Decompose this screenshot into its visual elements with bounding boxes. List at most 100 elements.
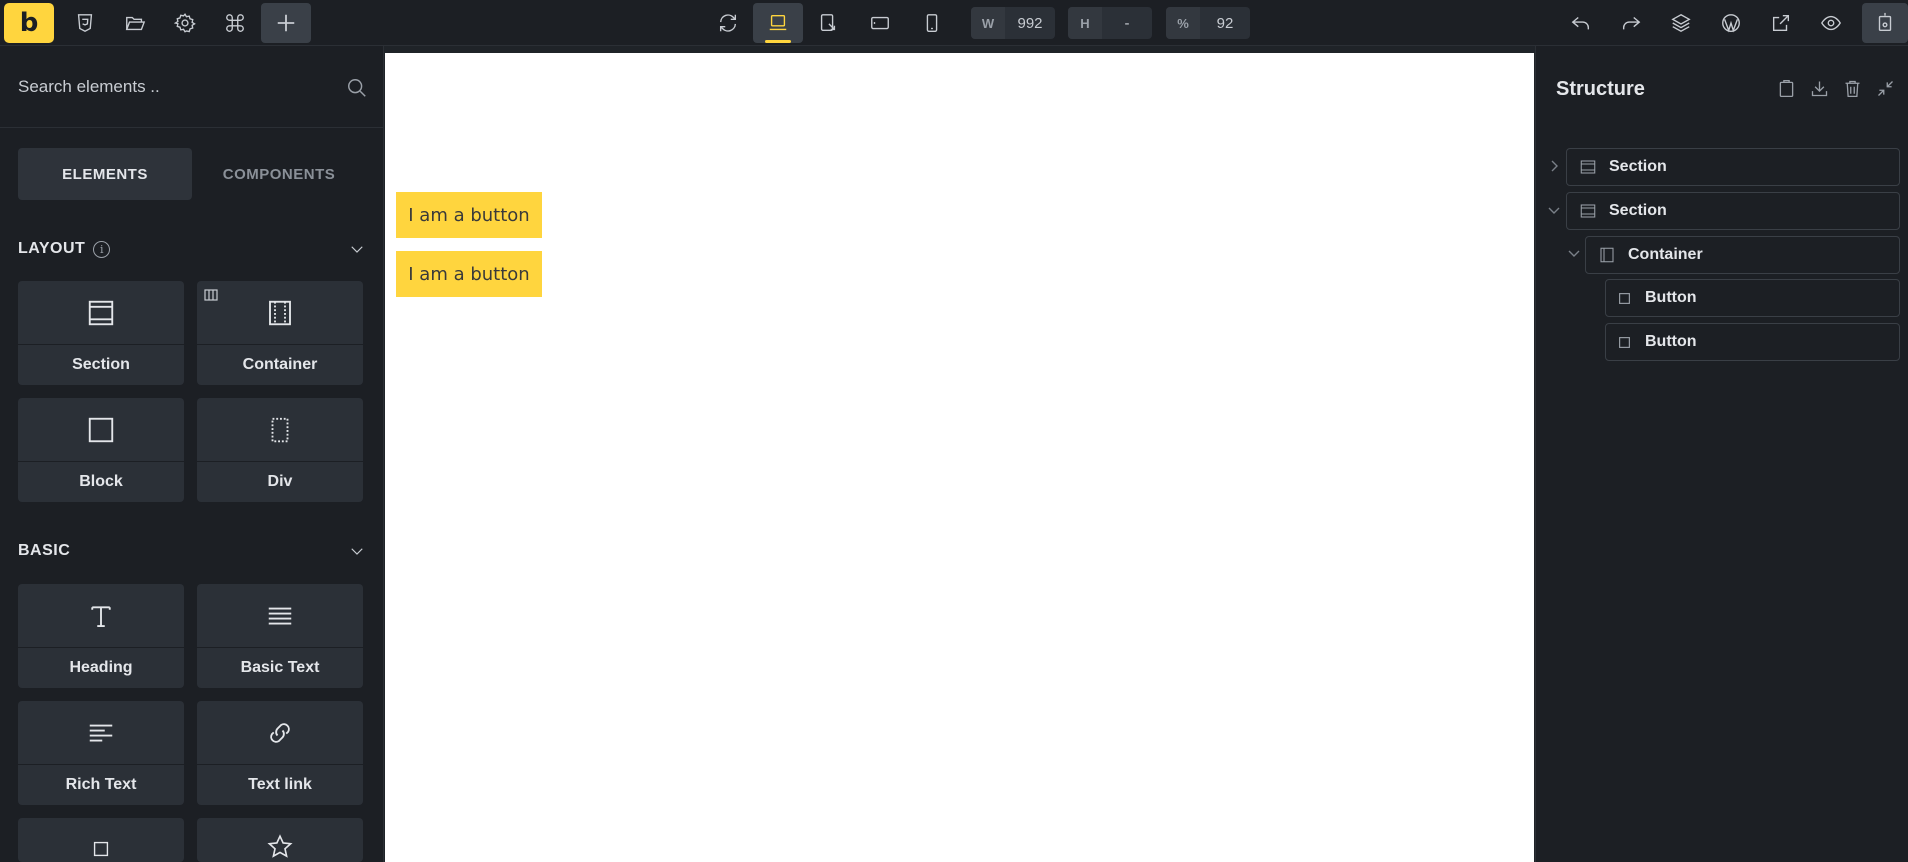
- canvas-button-1[interactable]: I am a button: [396, 192, 542, 238]
- canvas-button-2[interactable]: I am a button: [396, 251, 542, 297]
- category-title: LAYOUT: [18, 240, 86, 257]
- chevron-down-icon: [1548, 207, 1560, 214]
- structure-node-button[interactable]: Button: [1605, 279, 1900, 317]
- height-value[interactable]: -: [1102, 7, 1152, 39]
- button-icon: [1619, 336, 1630, 348]
- heading-icon: [91, 605, 111, 627]
- tablet-icon: [871, 16, 889, 30]
- undo-icon[interactable]: [1556, 3, 1606, 43]
- chevron-right-icon: [1551, 160, 1558, 172]
- save-icon[interactable]: [1862, 3, 1908, 43]
- expand-toggle[interactable]: [1546, 158, 1562, 174]
- builder-logo-button[interactable]: b: [4, 3, 54, 43]
- element-button[interactable]: [18, 818, 184, 862]
- node-label: Button: [1645, 289, 1697, 306]
- section-icon: [1580, 204, 1596, 218]
- structure-node-button[interactable]: Button: [1605, 323, 1900, 361]
- zoom-value[interactable]: 92: [1200, 7, 1250, 39]
- node-label: Section: [1609, 202, 1667, 219]
- element-label: Div: [267, 473, 293, 490]
- element-icon[interactable]: [197, 818, 363, 862]
- laptop-icon: [769, 14, 787, 31]
- element-section[interactable]: Section: [18, 281, 184, 385]
- download-icon[interactable]: [1809, 78, 1830, 99]
- panel-tabs: ELEMENTS COMPONENTS: [18, 148, 366, 200]
- element-label: Rich Text: [65, 776, 137, 793]
- zoom-field[interactable]: % 92: [1166, 7, 1250, 39]
- panel-title: Structure: [1556, 78, 1645, 100]
- height-label: H: [1068, 7, 1102, 39]
- element-label: Container: [242, 356, 318, 373]
- tab-components[interactable]: COMPONENTS: [192, 148, 366, 200]
- command-icon[interactable]: [210, 3, 260, 43]
- css-icon[interactable]: [60, 3, 110, 43]
- star-icon: [267, 834, 293, 858]
- node-label: Section: [1609, 158, 1667, 175]
- width-label: W: [971, 7, 1005, 39]
- elements-panel: ELEMENTS COMPONENTS LAYOUT i Section Con…: [0, 46, 384, 862]
- rich-text-icon: [89, 724, 113, 741]
- element-basic-text[interactable]: Basic Text: [197, 584, 363, 688]
- element-label: Text link: [248, 776, 312, 793]
- gear-icon[interactable]: [160, 3, 210, 43]
- wordpress-icon[interactable]: [1706, 3, 1756, 43]
- element-container[interactable]: Container: [197, 281, 363, 385]
- category-basic-header[interactable]: BASIC: [18, 539, 366, 563]
- button-icon: [93, 841, 109, 857]
- structure-node-section[interactable]: Section: [1566, 192, 1900, 230]
- category-title: BASIC: [18, 542, 71, 559]
- search-icon[interactable]: [346, 77, 368, 99]
- chevron-down-icon[interactable]: [348, 542, 366, 560]
- node-label: Container: [1628, 246, 1703, 263]
- structure-node-section[interactable]: Section: [1566, 148, 1900, 186]
- element-rich-text[interactable]: Rich Text: [18, 701, 184, 805]
- collapse-toggle[interactable]: [1546, 202, 1562, 218]
- category-layout-header[interactable]: LAYOUT i: [18, 237, 366, 261]
- mobile-icon: [926, 14, 938, 32]
- refresh-icon[interactable]: [703, 3, 753, 43]
- layers-icon[interactable]: [1656, 3, 1706, 43]
- element-icon-wrap: [197, 281, 363, 345]
- width-field[interactable]: W 992: [971, 7, 1055, 39]
- plus-icon: [277, 14, 295, 32]
- tab-elements[interactable]: ELEMENTS: [18, 148, 192, 200]
- element-label: Section: [72, 356, 130, 373]
- element-block[interactable]: Block: [18, 398, 184, 502]
- section-icon: [88, 300, 114, 325]
- search-bar: [0, 46, 384, 128]
- element-icon-wrap: [18, 701, 184, 765]
- folder-open-icon[interactable]: [110, 3, 160, 43]
- link-icon: [270, 722, 290, 743]
- breakpoint-tablet-landscape-button[interactable]: [803, 3, 853, 43]
- width-value[interactable]: 992: [1005, 7, 1055, 39]
- breakpoint-tablet-button[interactable]: [855, 3, 905, 43]
- element-heading[interactable]: Heading: [18, 584, 184, 688]
- structure-panel: Structure Section Section Container Butt…: [1535, 46, 1908, 862]
- builder-canvas[interactable]: I am a button I am a button: [385, 53, 1534, 862]
- breakpoint-laptop-button[interactable]: [753, 3, 803, 43]
- info-icon[interactable]: i: [93, 240, 111, 258]
- element-icon-wrap: [197, 701, 363, 765]
- search-input[interactable]: [18, 74, 338, 100]
- element-div[interactable]: Div: [197, 398, 363, 502]
- element-icon-wrap: [18, 584, 184, 648]
- chevron-down-icon[interactable]: [348, 240, 366, 258]
- element-text-link[interactable]: Text link: [197, 701, 363, 805]
- eye-icon[interactable]: [1806, 3, 1856, 43]
- structure-node-container[interactable]: Container: [1585, 236, 1900, 274]
- redo-icon[interactable]: [1606, 3, 1656, 43]
- add-element-button[interactable]: [261, 3, 311, 43]
- external-link-icon[interactable]: [1756, 3, 1806, 43]
- element-icon-wrap: [18, 281, 184, 345]
- clipboard-icon[interactable]: [1776, 78, 1797, 99]
- trash-icon[interactable]: [1842, 78, 1863, 99]
- collapse-toggle[interactable]: [1566, 245, 1582, 261]
- element-label: Basic Text: [240, 659, 320, 676]
- structure-tools: [1776, 78, 1896, 99]
- container-icon: [1600, 247, 1614, 263]
- section-icon: [1580, 160, 1596, 174]
- height-field[interactable]: H -: [1068, 7, 1152, 39]
- collapse-icon[interactable]: [1875, 78, 1896, 99]
- breakpoint-mobile-button[interactable]: [907, 3, 957, 43]
- element-icon-wrap: [18, 398, 184, 462]
